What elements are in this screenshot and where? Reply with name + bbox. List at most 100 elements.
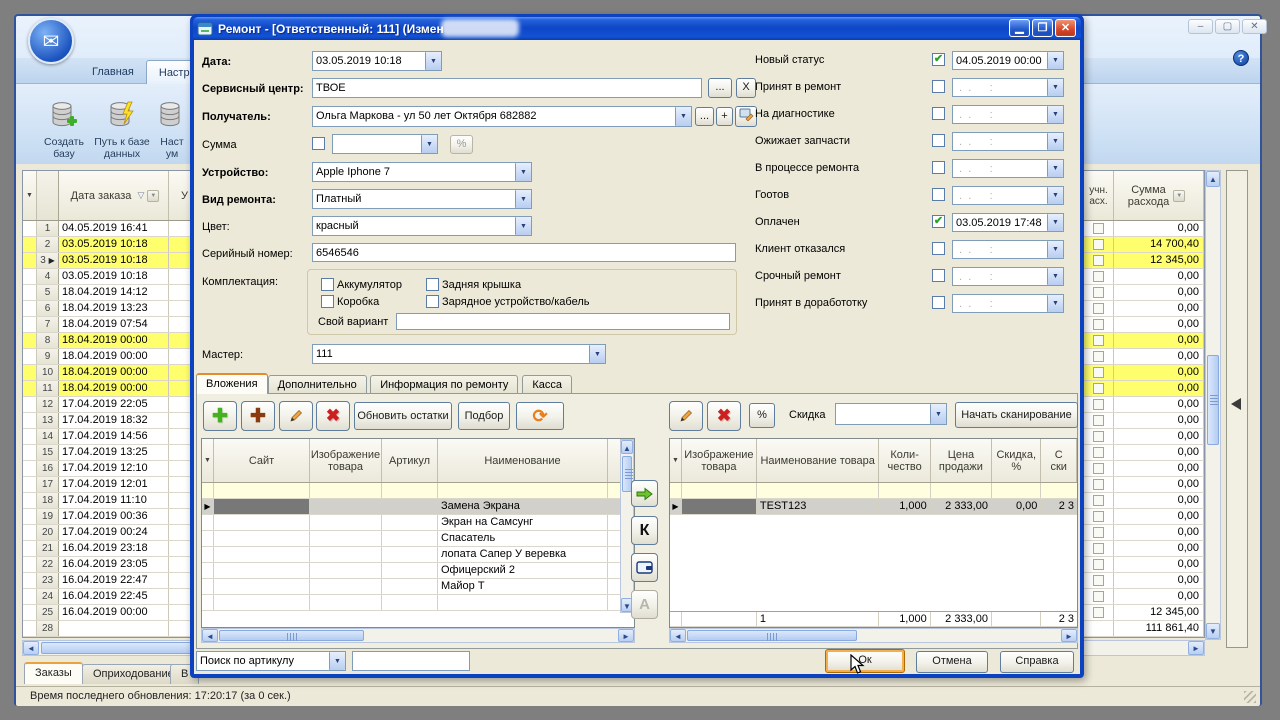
order-date-cell[interactable]: 18.04.2019 13:23 bbox=[59, 301, 169, 316]
kit-checkbox-1[interactable] bbox=[426, 278, 439, 291]
order-date-cell[interactable]: 18.04.2019 00:00 bbox=[59, 365, 169, 380]
expense-sum-cell[interactable]: 0,00 bbox=[1114, 573, 1204, 588]
help-button[interactable]: Справка bbox=[1000, 651, 1074, 673]
status-checkbox-1[interactable] bbox=[932, 80, 945, 93]
item-price-cell[interactable]: 2 333,00 bbox=[931, 499, 992, 514]
manual-expense-checkbox[interactable] bbox=[1093, 351, 1104, 362]
manual-expense-checkbox[interactable] bbox=[1093, 431, 1104, 442]
move-right-button[interactable] bbox=[631, 480, 658, 507]
expense-sum-cell[interactable]: 0,00 bbox=[1114, 509, 1204, 524]
catalog-name-cell[interactable] bbox=[438, 483, 608, 498]
expense-sum-cell[interactable]: 0,00 bbox=[1114, 493, 1204, 508]
catalog-column-header[interactable]: ▼ bbox=[202, 439, 214, 482]
order-date-cell[interactable]: 18.04.2019 00:00 bbox=[59, 333, 169, 348]
status-date-combobox-2[interactable]: . . : ▼ bbox=[952, 105, 1064, 124]
ribbon-button-0[interactable]: Создать базу bbox=[38, 88, 90, 160]
order-date-cell[interactable]: 17.04.2019 18:32 bbox=[59, 413, 169, 428]
recipient-browse-button[interactable]: ... bbox=[695, 107, 714, 126]
catalog-name-cell[interactable]: Майор Т bbox=[438, 579, 608, 594]
manual-expense-checkbox[interactable] bbox=[1093, 271, 1104, 282]
vscrollbar-thumb[interactable] bbox=[1207, 355, 1219, 445]
minimize-button[interactable]: – bbox=[1188, 19, 1213, 34]
order-date-cell[interactable]: 03.05.2019 10:18 bbox=[59, 269, 169, 284]
order-date-cell[interactable]: 16.04.2019 23:05 bbox=[59, 557, 169, 572]
expense-sum-cell[interactable]: 0,00 bbox=[1114, 365, 1204, 380]
item-discount-cell[interactable] bbox=[992, 483, 1042, 498]
scroll-left-icon[interactable]: ◄ bbox=[202, 629, 218, 642]
expense-sum-cell[interactable]: 0,00 bbox=[1114, 269, 1204, 284]
catalog-row[interactable] bbox=[202, 595, 634, 611]
expense-sum-cell[interactable]: 0,00 bbox=[1114, 333, 1204, 348]
catalog-column-header[interactable]: Сайт bbox=[214, 439, 310, 482]
catalog-name-cell[interactable]: Замена Экрана bbox=[438, 499, 608, 514]
expense-sum-cell[interactable]: 12 345,00 bbox=[1114, 253, 1204, 268]
expense-sum-cell[interactable]: 0,00 bbox=[1114, 589, 1204, 604]
items-grid-hscrollbar[interactable]: ◄ ► bbox=[669, 628, 1078, 643]
edit-item-button[interactable] bbox=[669, 401, 703, 431]
manual-expense-checkbox[interactable] bbox=[1093, 303, 1104, 314]
item-price-cell[interactable] bbox=[931, 483, 992, 498]
manual-expense-checkbox[interactable] bbox=[1093, 463, 1104, 474]
expense-sum-cell[interactable]: 0,00 bbox=[1114, 381, 1204, 396]
status-checkbox-8[interactable] bbox=[932, 269, 945, 282]
expense-sum-cell[interactable]: 0,00 bbox=[1114, 429, 1204, 444]
item-name-cell[interactable]: TEST123 bbox=[757, 499, 880, 514]
status-date-combobox-8[interactable]: . . : ▼ bbox=[952, 267, 1064, 286]
grid-corner-dropdown-icon[interactable]: ▼ bbox=[23, 171, 37, 220]
item-row[interactable] bbox=[670, 483, 1077, 499]
start-scan-button[interactable]: Начать сканирование bbox=[955, 402, 1078, 428]
catalog-name-cell[interactable]: Экран на Самсунг bbox=[438, 515, 608, 530]
column-filter-dropdown-icon[interactable]: ▼ bbox=[147, 189, 160, 202]
manual-expense-checkbox[interactable] bbox=[1093, 239, 1104, 250]
filter-icon[interactable]: ▽ bbox=[137, 190, 144, 201]
kit-checkbox-3[interactable] bbox=[426, 295, 439, 308]
order-date-cell[interactable]: 18.04.2019 07:54 bbox=[59, 317, 169, 332]
delete-item-button[interactable]: ✖ bbox=[707, 401, 741, 431]
dialog-tab-Дополнительно[interactable]: Дополнительно bbox=[267, 375, 367, 394]
manual-expense-checkbox[interactable] bbox=[1093, 575, 1104, 586]
resize-grip[interactable] bbox=[1244, 691, 1256, 703]
catalog-row[interactable]: Майор Т bbox=[202, 579, 634, 595]
dialog-tab-Информация по ремонту[interactable]: Информация по ремонту bbox=[370, 375, 519, 394]
status-checkbox-7[interactable] bbox=[932, 242, 945, 255]
order-date-cell[interactable]: 16.04.2019 22:45 bbox=[59, 589, 169, 604]
order-date-cell[interactable]: 18.04.2019 00:00 bbox=[59, 349, 169, 364]
manual-expense-checkbox[interactable] bbox=[1093, 399, 1104, 410]
refresh-button[interactable]: ⟳ bbox=[516, 402, 564, 430]
scroll-up-icon[interactable]: ▲ bbox=[1206, 171, 1220, 187]
expense-sum-cell[interactable]: 0,00 bbox=[1114, 477, 1204, 492]
expense-sum-cell[interactable]: 111 861,40 bbox=[1114, 621, 1204, 636]
pick-button[interactable]: Подбор bbox=[458, 402, 510, 430]
dialog-close-button[interactable]: ✕ bbox=[1055, 19, 1076, 37]
manual-expense-checkbox[interactable] bbox=[1093, 495, 1104, 506]
catalog-name-cell[interactable]: Спасатель bbox=[438, 531, 608, 546]
a-button[interactable]: А bbox=[631, 590, 658, 619]
item-qty-cell[interactable]: 1,000 bbox=[879, 612, 931, 626]
add-alt-button[interactable]: ✚ bbox=[241, 401, 275, 431]
order-date-cell[interactable]: 18.04.2019 14:12 bbox=[59, 285, 169, 300]
catalog-row[interactable] bbox=[202, 483, 634, 499]
manual-expense-checkbox[interactable] bbox=[1093, 335, 1104, 346]
item-row[interactable]: 1 1,000 2 333,00 2 3 bbox=[670, 611, 1077, 627]
items-column-header[interactable]: С ски bbox=[1041, 439, 1077, 482]
catalog-name-cell[interactable]: лопата Сапер У веревка bbox=[438, 547, 608, 562]
scroll-right-icon[interactable]: ► bbox=[1061, 629, 1077, 642]
scroll-left-icon[interactable]: ◄ bbox=[23, 641, 39, 655]
order-date-cell[interactable]: 18.04.2019 00:00 bbox=[59, 381, 169, 396]
expense-sum-cell[interactable]: 0,00 bbox=[1114, 525, 1204, 540]
search-input[interactable] bbox=[352, 651, 470, 671]
hscrollbar-thumb[interactable] bbox=[219, 630, 364, 641]
expense-sum-cell[interactable]: 0,00 bbox=[1114, 557, 1204, 572]
expense-sum-cell[interactable]: 0,00 bbox=[1114, 541, 1204, 556]
date-combobox[interactable]: 03.05.2019 10:18 ▼ bbox=[312, 51, 442, 71]
catalog-row[interactable]: Офицерский 2 bbox=[202, 563, 634, 579]
expense-sum-cell[interactable]: 0,00 bbox=[1114, 349, 1204, 364]
dialog-tab-Касса[interactable]: Касса bbox=[522, 375, 573, 394]
dialog-title-bar[interactable]: Ремонт - [Ответственный: 111] (Измен ▁ ❐… bbox=[193, 17, 1081, 40]
bottom-tab-Заказы[interactable]: Заказы bbox=[24, 662, 83, 684]
dialog-minimize-button[interactable]: ▁ bbox=[1009, 19, 1030, 37]
amount-combobox[interactable]: ▼ bbox=[332, 134, 438, 154]
status-date-combobox-7[interactable]: . . : ▼ bbox=[952, 240, 1064, 259]
order-date-cell[interactable]: 17.04.2019 00:36 bbox=[59, 509, 169, 524]
hscrollbar-thumb[interactable] bbox=[687, 630, 857, 641]
